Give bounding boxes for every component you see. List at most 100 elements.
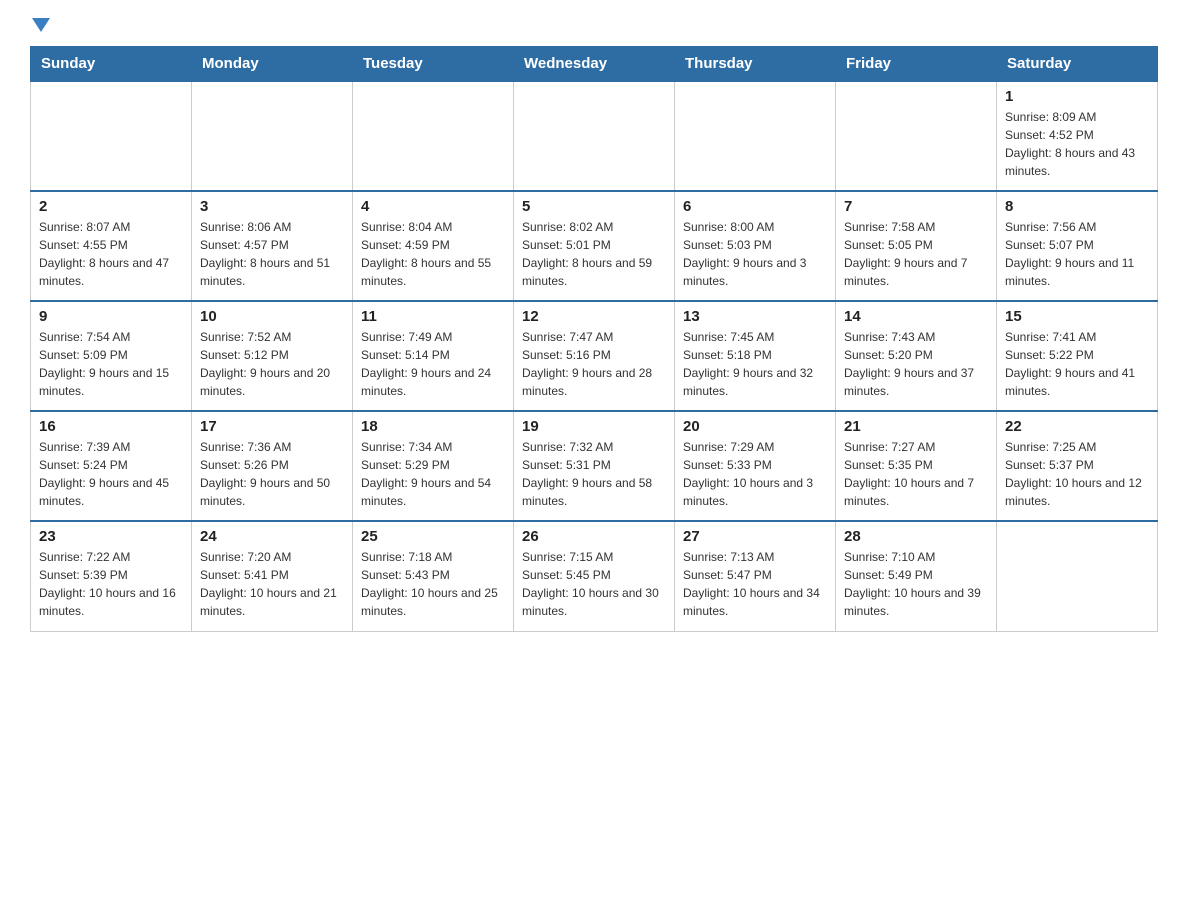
day-number: 14 [844,308,988,325]
calendar-week-4: 16Sunrise: 7:39 AM Sunset: 5:24 PM Dayli… [31,411,1158,521]
calendar-cell: 10 Sunrise: 7:52 AM Sunset: 5:12 PM Dayli… [192,301,353,411]
logo [30,20,50,36]
cell-inner: 25Sunrise: 7:18 AM Sunset: 5:43 PM Dayli… [361,528,505,620]
day-number: 5 [522,198,666,215]
cell-inner: 27 Sunrise: 7:13 AM Sunset: 5:47 PM Dayli… [683,528,827,620]
day-info: Sunrise: 8:04 AM Sunset: 4:59 PM Dayligh… [361,218,505,290]
calendar-cell: 15 Sunrise: 7:41 AM Sunset: 5:22 PM Dayli… [997,301,1158,411]
day-number: 15 [1005,308,1149,325]
calendar-cell [997,521,1158,631]
day-number: 23 [39,528,183,545]
day-number: 27 [683,528,827,545]
calendar-cell [836,81,997,191]
weekday-header-row: SundayMondayTuesdayWednesdayThursdayFrid… [31,47,1158,82]
cell-inner: 11 Sunrise: 7:49 AM Sunset: 5:14 PM Dayli… [361,308,505,400]
day-info: Sunrise: 8:06 AM Sunset: 4:57 PM Dayligh… [200,218,344,290]
calendar-cell: 5 Sunrise: 8:02 AM Sunset: 5:01 PM Daylig… [514,191,675,301]
day-info: Sunrise: 7:34 AM Sunset: 5:29 PM Dayligh… [361,438,505,510]
calendar-cell: 28Sunrise: 7:10 AM Sunset: 5:49 PM Dayli… [836,521,997,631]
cell-inner: 24 Sunrise: 7:20 AM Sunset: 5:41 PM Dayli… [200,528,344,620]
calendar-cell: 4Sunrise: 8:04 AM Sunset: 4:59 PM Daylig… [353,191,514,301]
day-number: 24 [200,528,344,545]
calendar-table: SundayMondayTuesdayWednesdayThursdayFrid… [30,46,1158,632]
cell-inner: 9Sunrise: 7:54 AM Sunset: 5:09 PM Daylig… [39,308,183,400]
cell-inner: 2 Sunrise: 8:07 AM Sunset: 4:55 PM Daylig… [39,198,183,290]
day-info: Sunrise: 7:25 AM Sunset: 5:37 PM Dayligh… [1005,438,1149,510]
calendar-cell: 8Sunrise: 7:56 AM Sunset: 5:07 PM Daylig… [997,191,1158,301]
cell-inner: 12Sunrise: 7:47 AM Sunset: 5:16 PM Dayli… [522,308,666,400]
calendar-body: 1Sunrise: 8:09 AM Sunset: 4:52 PM Daylig… [31,81,1158,631]
day-info: Sunrise: 8:02 AM Sunset: 5:01 PM Dayligh… [522,218,666,290]
day-info: Sunrise: 7:20 AM Sunset: 5:41 PM Dayligh… [200,548,344,620]
calendar-cell: 20Sunrise: 7:29 AM Sunset: 5:33 PM Dayli… [675,411,836,521]
day-info: Sunrise: 7:52 AM Sunset: 5:12 PM Dayligh… [200,328,344,400]
day-number: 11 [361,308,505,325]
day-number: 2 [39,198,183,215]
calendar-cell: 16Sunrise: 7:39 AM Sunset: 5:24 PM Dayli… [31,411,192,521]
day-info: Sunrise: 8:07 AM Sunset: 4:55 PM Dayligh… [39,218,183,290]
day-info: Sunrise: 8:00 AM Sunset: 5:03 PM Dayligh… [683,218,827,290]
calendar-cell: 6 Sunrise: 8:00 AM Sunset: 5:03 PM Daylig… [675,191,836,301]
weekday-header-thursday: Thursday [675,47,836,82]
day-info: Sunrise: 7:43 AM Sunset: 5:20 PM Dayligh… [844,328,988,400]
cell-inner: 5 Sunrise: 8:02 AM Sunset: 5:01 PM Daylig… [522,198,666,290]
cell-inner: 8Sunrise: 7:56 AM Sunset: 5:07 PM Daylig… [1005,198,1149,290]
day-info: Sunrise: 7:56 AM Sunset: 5:07 PM Dayligh… [1005,218,1149,290]
day-number: 21 [844,418,988,435]
calendar-cell: 13 Sunrise: 7:45 AM Sunset: 5:18 PM Dayli… [675,301,836,411]
day-info: Sunrise: 7:15 AM Sunset: 5:45 PM Dayligh… [522,548,666,620]
cell-inner: 20Sunrise: 7:29 AM Sunset: 5:33 PM Dayli… [683,418,827,510]
day-info: Sunrise: 7:49 AM Sunset: 5:14 PM Dayligh… [361,328,505,400]
day-info: Sunrise: 7:45 AM Sunset: 5:18 PM Dayligh… [683,328,827,400]
cell-inner: 15 Sunrise: 7:41 AM Sunset: 5:22 PM Dayli… [1005,308,1149,400]
day-number: 17 [200,418,344,435]
day-number: 25 [361,528,505,545]
calendar-cell [353,81,514,191]
day-number: 3 [200,198,344,215]
calendar-cell [31,81,192,191]
calendar-cell: 17 Sunrise: 7:36 AM Sunset: 5:26 PM Dayli… [192,411,353,521]
cell-inner: 10 Sunrise: 7:52 AM Sunset: 5:12 PM Dayli… [200,308,344,400]
day-number: 19 [522,418,666,435]
cell-inner: 26 Sunrise: 7:15 AM Sunset: 5:45 PM Dayli… [522,528,666,620]
weekday-header-monday: Monday [192,47,353,82]
day-number: 26 [522,528,666,545]
cell-inner: 22 Sunrise: 7:25 AM Sunset: 5:37 PM Dayli… [1005,418,1149,510]
calendar-cell: 24 Sunrise: 7:20 AM Sunset: 5:41 PM Dayli… [192,521,353,631]
day-number: 10 [200,308,344,325]
day-number: 16 [39,418,183,435]
day-number: 1 [1005,88,1149,105]
logo-triangle-icon [32,18,50,32]
day-number: 20 [683,418,827,435]
day-info: Sunrise: 7:47 AM Sunset: 5:16 PM Dayligh… [522,328,666,400]
calendar-week-2: 2 Sunrise: 8:07 AM Sunset: 4:55 PM Daylig… [31,191,1158,301]
day-info: Sunrise: 7:32 AM Sunset: 5:31 PM Dayligh… [522,438,666,510]
cell-inner: 4Sunrise: 8:04 AM Sunset: 4:59 PM Daylig… [361,198,505,290]
weekday-header-sunday: Sunday [31,47,192,82]
cell-inner: 14 Sunrise: 7:43 AM Sunset: 5:20 PM Dayli… [844,308,988,400]
cell-inner: 1Sunrise: 8:09 AM Sunset: 4:52 PM Daylig… [1005,88,1149,180]
calendar-cell: 7Sunrise: 7:58 AM Sunset: 5:05 PM Daylig… [836,191,997,301]
day-number: 13 [683,308,827,325]
day-number: 9 [39,308,183,325]
weekday-header-friday: Friday [836,47,997,82]
calendar-cell [675,81,836,191]
cell-inner: 6 Sunrise: 8:00 AM Sunset: 5:03 PM Daylig… [683,198,827,290]
day-info: Sunrise: 7:13 AM Sunset: 5:47 PM Dayligh… [683,548,827,620]
day-info: Sunrise: 7:36 AM Sunset: 5:26 PM Dayligh… [200,438,344,510]
calendar-cell: 11 Sunrise: 7:49 AM Sunset: 5:14 PM Dayli… [353,301,514,411]
day-info: Sunrise: 7:41 AM Sunset: 5:22 PM Dayligh… [1005,328,1149,400]
calendar-cell [514,81,675,191]
cell-inner: 19 Sunrise: 7:32 AM Sunset: 5:31 PM Dayli… [522,418,666,510]
calendar-cell: 21Sunrise: 7:27 AM Sunset: 5:35 PM Dayli… [836,411,997,521]
calendar-cell: 25Sunrise: 7:18 AM Sunset: 5:43 PM Dayli… [353,521,514,631]
calendar-cell: 3 Sunrise: 8:06 AM Sunset: 4:57 PM Daylig… [192,191,353,301]
day-number: 28 [844,528,988,545]
day-number: 22 [1005,418,1149,435]
calendar-cell: 27 Sunrise: 7:13 AM Sunset: 5:47 PM Dayli… [675,521,836,631]
cell-inner: 21Sunrise: 7:27 AM Sunset: 5:35 PM Dayli… [844,418,988,510]
day-number: 6 [683,198,827,215]
page-header [30,20,1158,36]
cell-inner: 13 Sunrise: 7:45 AM Sunset: 5:18 PM Dayli… [683,308,827,400]
calendar-cell: 2 Sunrise: 8:07 AM Sunset: 4:55 PM Daylig… [31,191,192,301]
